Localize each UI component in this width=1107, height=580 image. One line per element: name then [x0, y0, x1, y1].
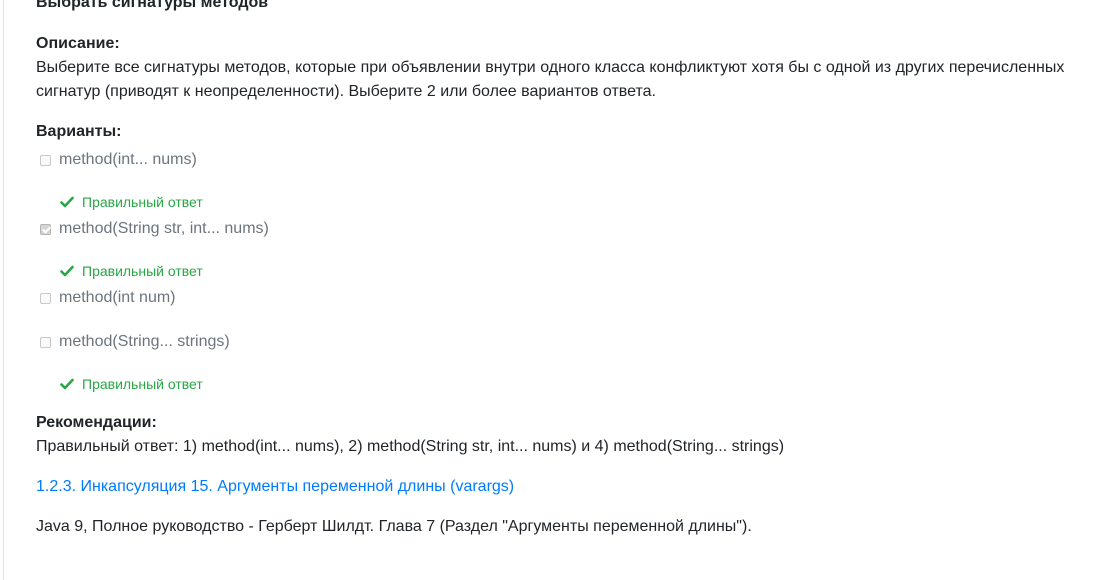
option-2-correct-feedback: Правильный ответ — [60, 261, 203, 281]
option-3-checkbox[interactable] — [40, 292, 51, 304]
option-1[interactable]: method(int... nums) — [40, 148, 197, 172]
option-4-checkbox[interactable] — [40, 336, 51, 348]
lesson-link[interactable]: 1.2.3. Инкапсуляция 15. Аргументы переме… — [36, 475, 514, 499]
option-1-checkbox[interactable] — [40, 154, 51, 166]
option-2-checkbox[interactable] — [40, 223, 51, 235]
check-icon — [60, 196, 74, 208]
option-2-label: method(String str, int... nums) — [59, 220, 269, 237]
option-2[interactable]: method(String str, int... nums) — [40, 217, 269, 241]
option-1-label: method(int... nums) — [59, 151, 197, 168]
option-4[interactable]: method(String... strings) — [40, 330, 230, 354]
option-1-correct-feedback: Правильный ответ — [60, 192, 203, 212]
option-3-label: method(int num) — [59, 289, 176, 306]
correct-answer-label: Правильный ответ — [82, 263, 203, 279]
reference-text: Java 9, Полное руководство - Герберт Шил… — [36, 518, 752, 535]
recommendations-text: Правильный ответ: 1) method(int... nums)… — [36, 438, 785, 455]
options-heading: Варианты: — [36, 123, 122, 140]
option-4-label: method(String... strings) — [59, 333, 230, 350]
option-4-correct-feedback: Правильный ответ — [60, 374, 203, 394]
check-icon — [60, 378, 74, 390]
description-text: Выберите все сигнатуры методов, которые … — [36, 59, 1065, 100]
option-3[interactable]: method(int num) — [40, 286, 176, 310]
description-heading: Описание: — [36, 35, 120, 52]
question-title: Выбрать сигнатуры методов — [36, 0, 269, 11]
recommendations-heading: Рекомендации: — [36, 414, 157, 431]
correct-answer-label: Правильный ответ — [82, 376, 203, 392]
check-icon — [60, 265, 74, 277]
correct-answer-label: Правильный ответ — [82, 194, 203, 210]
